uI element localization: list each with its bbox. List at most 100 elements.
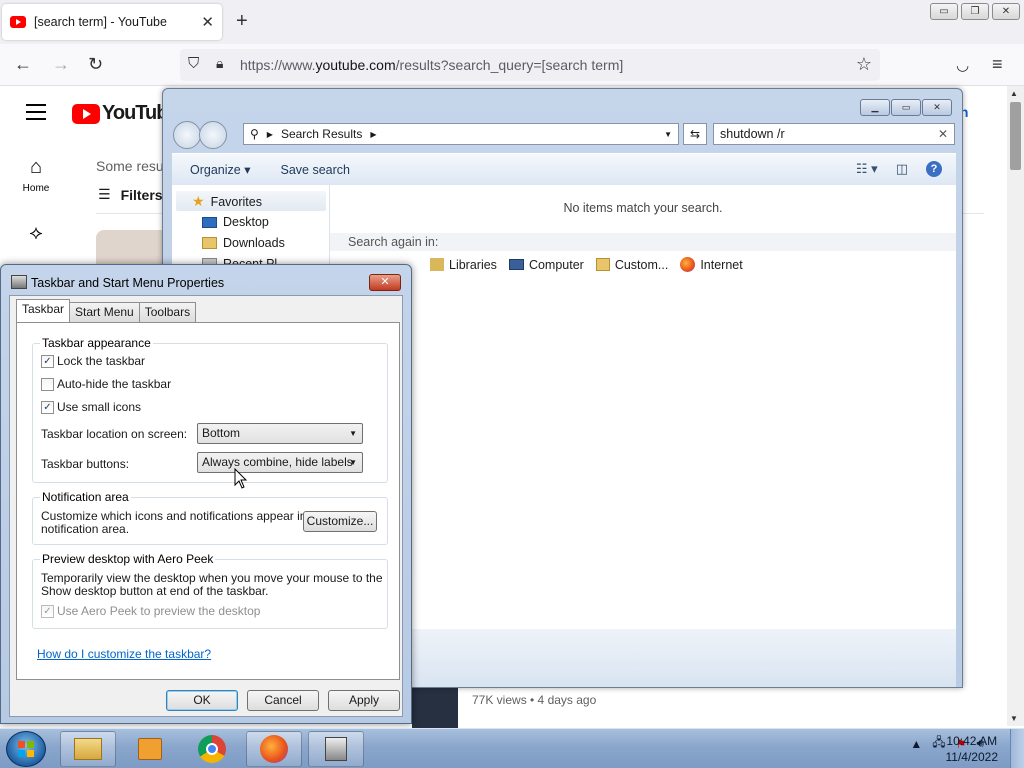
search-again-libraries[interactable]: Libraries: [430, 257, 497, 272]
nav-downloads[interactable]: Downloads: [202, 236, 285, 250]
shorts-icon[interactable]: ⟡: [0, 222, 72, 245]
address-dropdown-icon[interactable]: ▼: [664, 130, 672, 139]
scroll-up-icon[interactable]: ▲: [1010, 89, 1018, 98]
scrollbar-thumb[interactable]: [1010, 102, 1021, 170]
tab-close-icon[interactable]: ✕: [201, 13, 214, 31]
location-select[interactable]: Bottom ▼: [197, 423, 363, 444]
taskbar-media-player-button[interactable]: [122, 731, 178, 767]
help-icon[interactable]: ?: [926, 161, 942, 177]
url-bar[interactable]: ⛉ 🔒︎ https://www. youtube.com/results?sea…: [180, 49, 880, 81]
taskbar-clock[interactable]: 10:42 AM 11/4/2022: [946, 733, 999, 765]
help-link[interactable]: How do I customize the taskbar?: [37, 647, 211, 661]
lock-icon[interactable]: 🔒︎: [216, 55, 223, 72]
scroll-down-icon[interactable]: ▼: [1010, 714, 1018, 723]
tab-toolbars[interactable]: Toolbars: [138, 302, 197, 322]
change-view-icon[interactable]: ☷ ▾: [856, 161, 878, 177]
buttons-label: Taskbar buttons:: [41, 457, 130, 471]
refresh-icon[interactable]: ⇆: [683, 123, 707, 145]
aero-peek-option[interactable]: ✓ Use Aero Peek to preview the desktop: [41, 604, 260, 618]
browser-minimize-button[interactable]: ▭: [930, 3, 958, 20]
lock-taskbar-checkbox[interactable]: ✓: [41, 354, 54, 368]
taskbar-properties-button[interactable]: [308, 731, 364, 767]
taskbar-firefox-button[interactable]: [246, 731, 302, 767]
ok-button[interactable]: OK: [166, 690, 238, 711]
youtube-play-icon: [72, 103, 100, 124]
bookmark-star-icon[interactable]: ☆: [856, 54, 872, 75]
preview-pane-icon[interactable]: ◫: [896, 161, 908, 177]
yt-menu-icon[interactable]: [26, 104, 46, 125]
small-icons-checkbox[interactable]: ✓: [41, 400, 54, 414]
search-again-custom[interactable]: Custom...: [595, 257, 668, 272]
breadcrumb-search-results[interactable]: Search Results: [281, 127, 362, 141]
small-icons-option[interactable]: ✓ Use small icons: [41, 400, 141, 414]
taskbar-properties-dialog: Taskbar and Start Menu Properties ✕ Task…: [0, 264, 412, 724]
chevron-down-icon: ▼: [349, 429, 357, 438]
windows-logo-icon: [18, 741, 34, 757]
search-again-internet[interactable]: Internet: [680, 257, 743, 272]
save-search-button[interactable]: Save search: [280, 163, 349, 177]
chrome-icon: [198, 735, 226, 763]
breadcrumb-chevron-icon[interactable]: ▶: [267, 130, 273, 139]
dialog-title: Taskbar and Start Menu Properties: [31, 276, 225, 290]
reload-icon[interactable]: ↻: [88, 54, 103, 75]
search-again-computer[interactable]: Computer: [508, 257, 584, 272]
computer-icon: [508, 259, 524, 270]
media-player-icon: [138, 738, 162, 760]
cancel-button[interactable]: Cancel: [247, 690, 319, 711]
auto-hide-option[interactable]: Auto-hide the taskbar: [41, 377, 171, 391]
back-arrow-icon[interactable]: ←: [14, 54, 32, 75]
url-path: /results?search_query=[search term]: [395, 57, 624, 73]
search-icon: ⚲: [250, 127, 259, 141]
address-bar[interactable]: ⚲ ▶ Search Results ▶ ▼: [243, 123, 679, 145]
dialog-close-button[interactable]: ✕: [369, 274, 401, 291]
show-desktop-button[interactable]: [1010, 729, 1024, 768]
forward-arrow-icon[interactable]: →: [52, 54, 70, 75]
back-button[interactable]: [173, 121, 201, 149]
start-button[interactable]: [6, 731, 46, 767]
tracking-shield-icon[interactable]: ⛉: [188, 55, 199, 72]
appearance-group: Taskbar appearance ✓ Lock the taskbar Au…: [32, 336, 388, 483]
nav-desktop[interactable]: Desktop: [202, 215, 269, 229]
url-host: youtube.com: [315, 57, 396, 73]
auto-hide-checkbox[interactable]: [41, 377, 54, 391]
forward-button[interactable]: [199, 121, 227, 149]
filters-button[interactable]: ☰ Filters: [98, 186, 163, 203]
browser-tab-youtube[interactable]: [search term] - YouTube ✕: [2, 4, 222, 40]
aero-peek-checkbox[interactable]: ✓: [41, 604, 54, 618]
nav-favorites[interactable]: ★ Favorites: [192, 193, 262, 210]
tab-start-menu[interactable]: Start Menu: [69, 302, 140, 322]
browser-restore-button[interactable]: ❐: [961, 3, 989, 20]
browser-close-button[interactable]: ✕: [992, 3, 1020, 20]
taskbar-chrome-button[interactable]: [184, 731, 240, 767]
results-pane: No items match your search. Search again…: [330, 185, 956, 629]
clock-date: 11/4/2022: [945, 750, 999, 764]
dialog-tabs: Taskbar Start Menu Toolbars: [16, 299, 197, 322]
taskbar-properties-icon: [11, 275, 27, 289]
yt-sidebar-home[interactable]: ⌂ Home ⟡: [0, 156, 72, 245]
search-input[interactable]: shutdown /r ✕: [713, 123, 955, 145]
explorer-minimize-button[interactable]: ▁: [860, 99, 890, 116]
location-label: Taskbar location on screen:: [41, 427, 188, 441]
pocket-icon[interactable]: ◡: [956, 56, 969, 74]
clear-search-icon[interactable]: ✕: [938, 127, 948, 141]
search-again-options: Libraries Computer Custom... Internet: [430, 257, 743, 272]
taskbar-explorer-button[interactable]: [60, 731, 116, 767]
taskbar-buttons-select[interactable]: Always combine, hide labels ▼: [197, 452, 363, 473]
explorer-maximize-button[interactable]: ▭: [891, 99, 921, 116]
lock-taskbar-option[interactable]: ✓ Lock the taskbar: [41, 354, 145, 368]
breadcrumb-chevron-icon[interactable]: ▶: [370, 130, 376, 139]
network-icon[interactable]: 🖧︎: [932, 733, 945, 754]
app-menu-icon[interactable]: ≡: [992, 54, 1003, 75]
customize-button[interactable]: Customize...: [303, 511, 377, 532]
apply-button[interactable]: Apply: [328, 690, 400, 711]
explorer-close-button[interactable]: ✕: [922, 99, 952, 116]
tab-taskbar[interactable]: Taskbar: [16, 299, 71, 322]
explorer-folder-icon: [74, 738, 102, 760]
results-note: Some resu: [96, 158, 164, 174]
desktop-icon: [202, 216, 217, 228]
new-tab-button[interactable]: +: [236, 10, 248, 33]
organize-menu[interactable]: Organize ▾: [190, 162, 250, 177]
page-scrollbar[interactable]: ▲ ▼: [1007, 86, 1024, 726]
show-hidden-icons-icon[interactable]: ▲: [910, 737, 922, 751]
video-thumbnail[interactable]: [412, 688, 458, 728]
